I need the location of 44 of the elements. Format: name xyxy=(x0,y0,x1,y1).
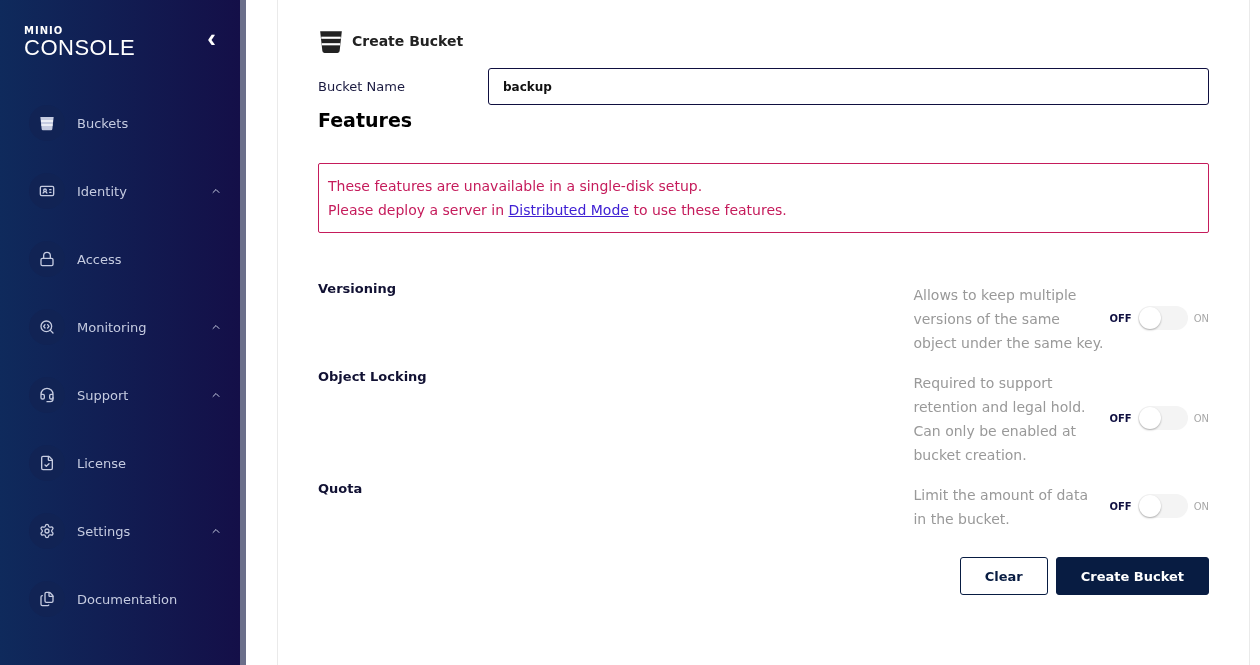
collapse-button[interactable]: ‹ xyxy=(203,26,220,50)
on-label: ON xyxy=(1193,500,1209,512)
nav-item[interactable]: Support xyxy=(77,387,210,403)
feature-name: Object Locking xyxy=(318,369,428,384)
bucket-icon xyxy=(318,28,344,54)
nav-item[interactable]: Identity xyxy=(77,183,210,199)
bucket-name-input[interactable]: backup xyxy=(488,68,1209,105)
nav-item[interactable]: Access xyxy=(77,251,222,267)
on-label: ON xyxy=(1193,412,1209,424)
nav-item[interactable]: Monitoring xyxy=(77,319,210,335)
logo-text: MINIO xyxy=(24,26,65,36)
feature-description: Allows to keep multiple versions of the same object under the same key. xyxy=(913,286,1104,353)
nav-item[interactable]: License xyxy=(77,455,222,471)
document-check-icon xyxy=(39,455,55,471)
nav-item[interactable]: Settings xyxy=(77,523,210,539)
off-label: OFF xyxy=(1109,412,1132,424)
settings-icon xyxy=(39,523,55,539)
toggle-switch[interactable] xyxy=(1137,306,1188,330)
magnifier-icon xyxy=(39,319,55,335)
on-label: ON xyxy=(1193,312,1209,324)
bucket-icon xyxy=(39,115,55,131)
feature-description: Limit the amount of data in the bucket. xyxy=(913,486,1089,529)
warning-text: Please deploy a server in Distributed Mode to use these features. xyxy=(328,201,788,220)
id-card-icon xyxy=(39,183,55,199)
form-title: Create Bucket xyxy=(352,33,464,49)
off-label: OFF xyxy=(1109,312,1132,324)
nav-item[interactable]: Buckets xyxy=(77,115,222,131)
clear-button[interactable]: Clear xyxy=(959,557,1048,595)
warning-text: These features are unavailable in a single-disk setup. xyxy=(328,177,704,196)
feature-name: Quota xyxy=(318,481,364,496)
toggle-switch[interactable] xyxy=(1137,494,1188,518)
feature-description: Required to support retention and legal hold. Can only be enabled at bucket creation. xyxy=(913,374,1087,465)
field-label: Bucket Name xyxy=(318,79,406,94)
create-button[interactable]: Create Bucket xyxy=(1055,557,1209,595)
headset-icon xyxy=(39,387,55,403)
documents-icon xyxy=(39,591,55,607)
section-title: Features xyxy=(318,109,414,131)
distributed-mode-link[interactable]: Distributed Mode xyxy=(508,202,629,218)
nav-item[interactable]: Documentation xyxy=(77,591,222,607)
logo-title: CONSOLE xyxy=(24,36,136,60)
toggle-switch[interactable] xyxy=(1137,406,1188,430)
off-label: OFF xyxy=(1109,500,1132,512)
lock-icon xyxy=(39,251,55,267)
feature-name: Versioning xyxy=(318,281,397,296)
